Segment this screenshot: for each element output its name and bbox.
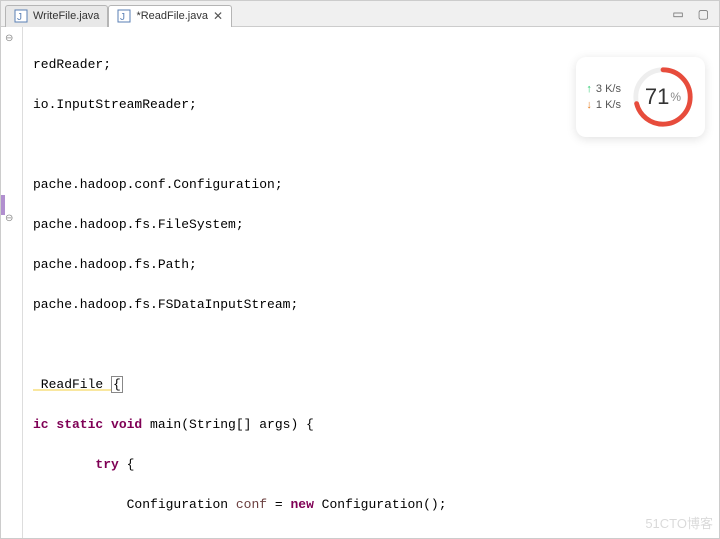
upload-speed: 3 K/s <box>586 81 621 97</box>
percent-icon: % <box>670 90 681 104</box>
download-speed: 1 K/s <box>586 97 621 113</box>
speed-overlay: 3 K/s 1 K/s 71% <box>576 57 705 137</box>
gauge-value: 71 <box>645 84 669 110</box>
watermark: 51CTO博客 <box>645 513 713 532</box>
svg-text:J: J <box>17 12 22 23</box>
editor-tabbar: J WriteFile.java J *ReadFile.java ✕ ▭ ▢ <box>1 1 719 27</box>
speed-stats: 3 K/s 1 K/s <box>586 81 621 113</box>
editor-gutter: ⊖ ⊖ <box>1 27 23 538</box>
java-file-icon: J <box>117 9 131 23</box>
collapse-icon[interactable]: ⊖ <box>5 213 13 224</box>
change-marker <box>1 195 5 215</box>
collapse-icon[interactable]: ⊖ <box>5 33 13 44</box>
tab-label: WriteFile.java <box>33 10 99 22</box>
tab-readfile[interactable]: J *ReadFile.java ✕ <box>108 5 232 27</box>
maximize-icon[interactable]: ▢ <box>698 7 709 21</box>
svg-text:J: J <box>120 12 125 23</box>
usage-gauge: 71% <box>631 65 695 129</box>
window-controls: ▭ ▢ <box>672 7 719 21</box>
tab-label: *ReadFile.java <box>136 10 208 22</box>
close-icon[interactable]: ✕ <box>213 9 223 23</box>
tab-writefile[interactable]: J WriteFile.java <box>5 5 108 27</box>
java-file-icon: J <box>14 9 28 23</box>
minimize-icon[interactable]: ▭ <box>672 7 683 21</box>
